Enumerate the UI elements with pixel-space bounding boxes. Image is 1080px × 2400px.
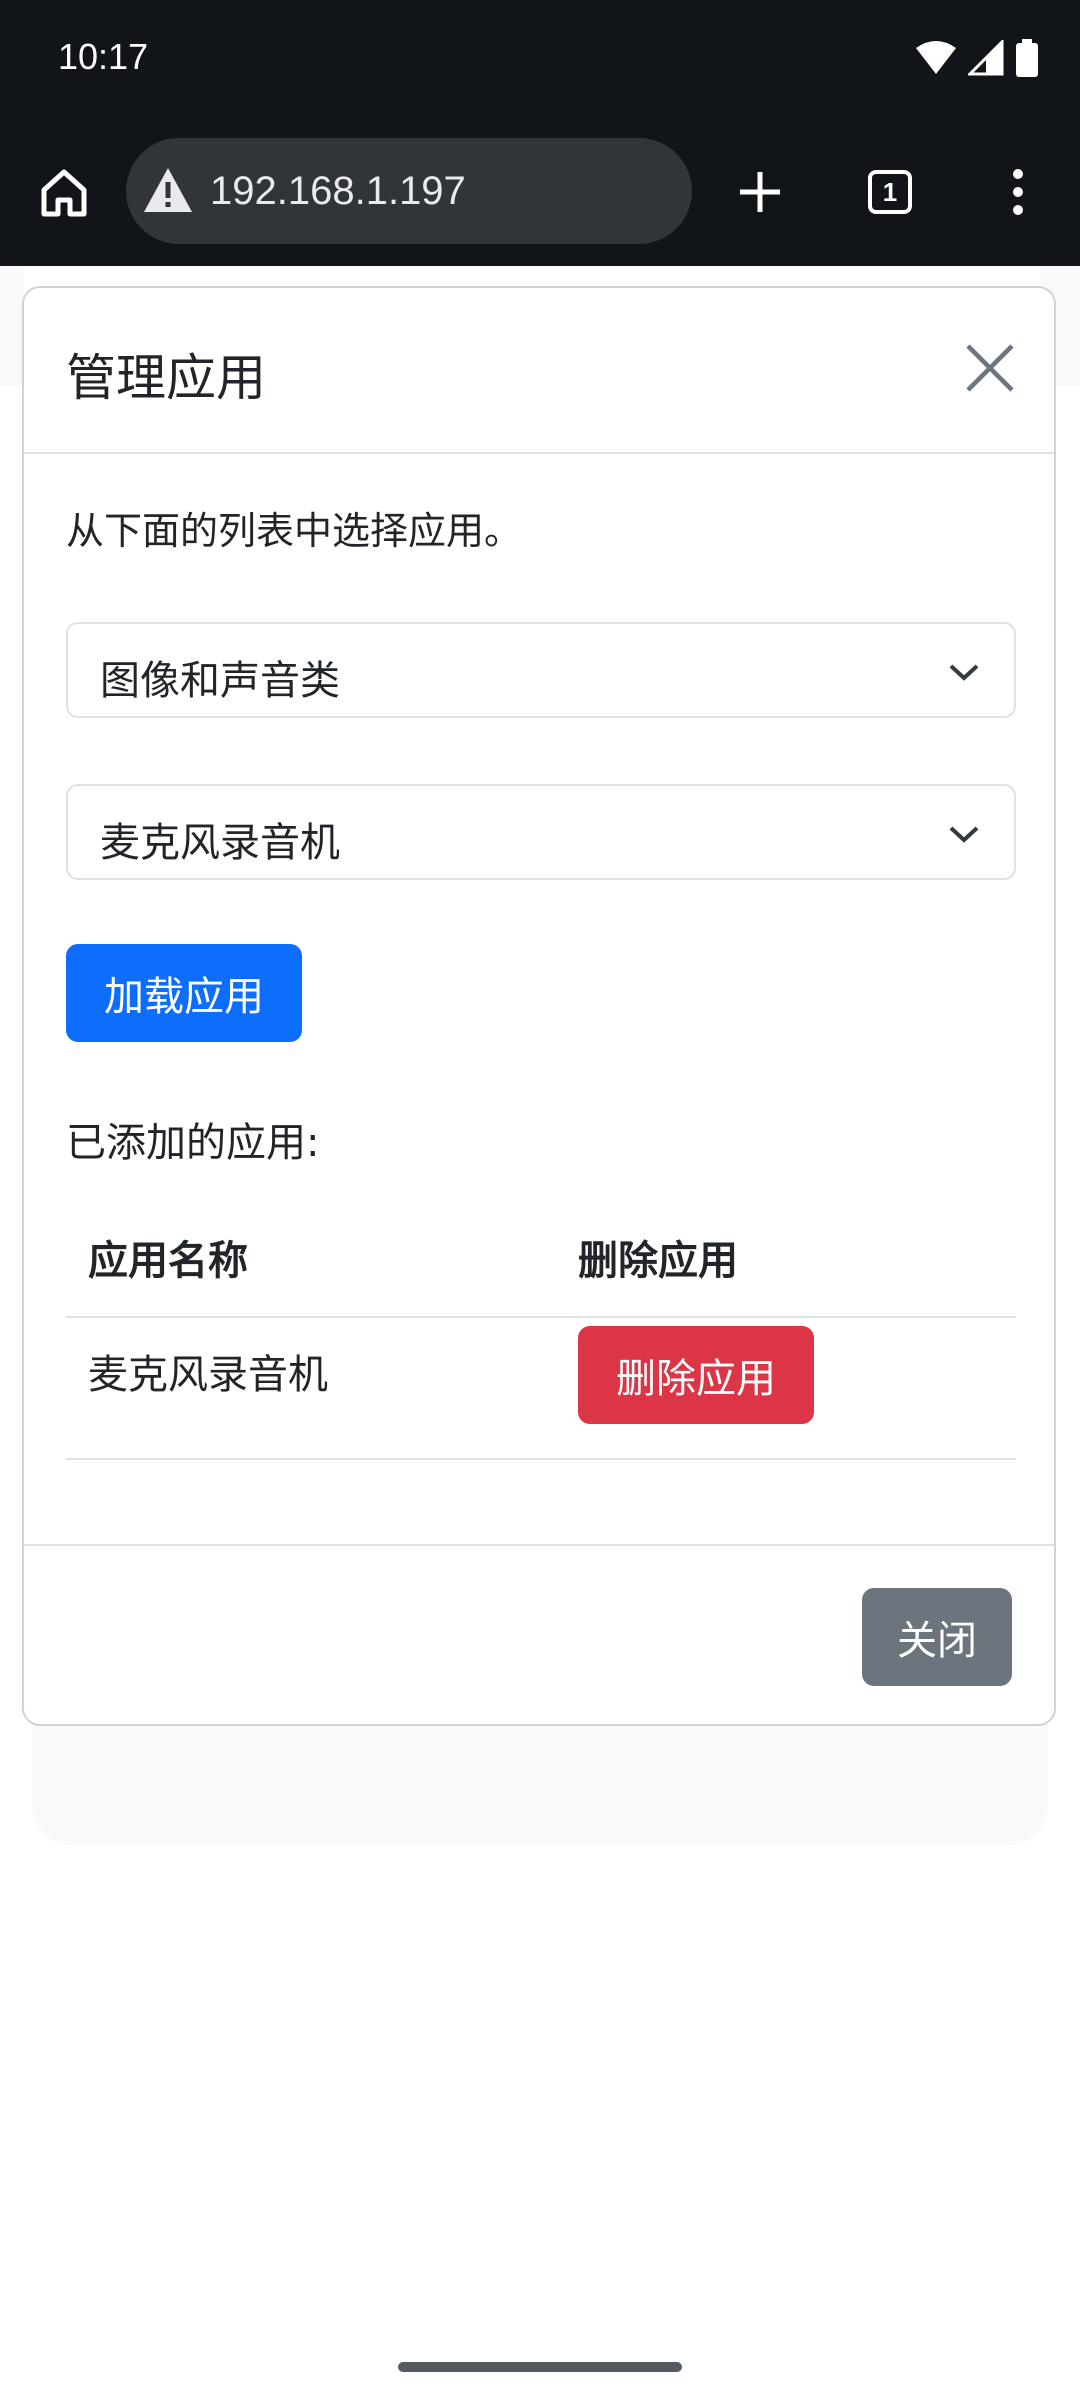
category-select[interactable]: 图像和声音类 xyxy=(66,622,1016,718)
category-select-value: 图像和声音类 xyxy=(100,658,340,704)
url-text[interactable]: 192.168.1.197 xyxy=(210,169,466,214)
browser-toolbar: 192.168.1.197 1 xyxy=(0,118,1080,266)
cell-signal-icon xyxy=(968,40,1004,76)
warning-icon[interactable] xyxy=(142,166,194,216)
chevron-down-icon xyxy=(949,826,979,843)
column-header-app-name: 应用名称 xyxy=(88,1238,248,1284)
tab-count-icon: 1 xyxy=(868,170,912,214)
manage-apps-modal: 管理应用 从下面的列表中选择应用。 图像和声音类 麦克风录音机 加载应用 已添加… xyxy=(22,286,1056,1726)
added-apps-label: 已添加的应用: xyxy=(66,1120,320,1166)
battery-icon xyxy=(1016,39,1038,77)
status-icons xyxy=(916,36,1038,80)
page-background-left xyxy=(0,266,24,386)
chevron-down-icon xyxy=(949,664,979,681)
modal-header: 管理应用 xyxy=(24,288,1054,454)
more-vert-icon xyxy=(1013,169,1023,215)
table-row-divider xyxy=(66,1458,1016,1460)
home-icon xyxy=(41,169,87,217)
modal-title: 管理应用 xyxy=(66,349,266,407)
table-header-divider xyxy=(66,1316,1016,1318)
modal-footer: 关闭 xyxy=(24,1544,1054,1726)
app-select-value: 麦克风录音机 xyxy=(100,820,340,866)
close-button[interactable]: 关闭 xyxy=(862,1588,1012,1686)
delete-app-button[interactable]: 删除应用 xyxy=(578,1326,814,1424)
wifi-icon xyxy=(916,41,956,74)
app-select[interactable]: 麦克风录音机 xyxy=(66,784,1016,880)
plus-icon xyxy=(740,172,780,212)
status-bar: 10:17 xyxy=(0,0,1080,118)
load-app-button[interactable]: 加载应用 xyxy=(66,944,302,1042)
tab-switcher-button[interactable]: 1 xyxy=(842,144,938,240)
tab-count: 1 xyxy=(882,176,898,207)
home-indicator[interactable] xyxy=(398,2362,682,2372)
home-button[interactable] xyxy=(16,144,112,240)
table-cell-app-name: 麦克风录音机 xyxy=(88,1352,328,1398)
column-header-delete: 删除应用 xyxy=(578,1238,738,1284)
status-time: 10:17 xyxy=(58,36,149,77)
address-bar[interactable]: 192.168.1.197 xyxy=(126,138,692,244)
browser-menu-button[interactable] xyxy=(970,144,1066,240)
close-icon[interactable] xyxy=(962,340,1018,396)
new-tab-button[interactable] xyxy=(712,144,808,240)
modal-intro-text: 从下面的列表中选择应用。 xyxy=(66,509,523,553)
